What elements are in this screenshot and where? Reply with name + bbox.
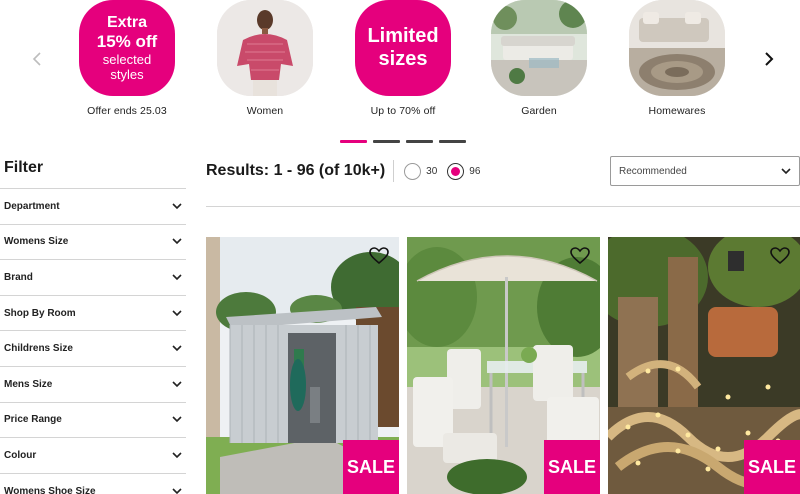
- sort-value: Recommended: [619, 165, 687, 177]
- results-bar: Results: 1 - 96 (of 10k+) 30 96: [206, 156, 480, 186]
- carousel-prev-button[interactable]: [26, 48, 48, 70]
- facet-label: Womens Size: [4, 236, 69, 248]
- promo-line: selected: [102, 52, 152, 67]
- sale-badge: SALE: [544, 440, 600, 494]
- filter-title: Filter: [4, 159, 44, 176]
- facet-label: Shop By Room: [4, 307, 76, 319]
- product-card-patio-set[interactable]: SALE: [407, 237, 600, 494]
- promo-line: Limited: [367, 25, 439, 47]
- chevron-down-icon: [172, 238, 182, 245]
- facet-mens-size[interactable]: Mens Size: [0, 365, 186, 402]
- carousel-next-button[interactable]: [758, 48, 780, 70]
- chevron-down-icon: [172, 381, 182, 387]
- carousel-tile-homewares[interactable]: Homewares: [622, 0, 732, 117]
- carousel-dot[interactable]: [406, 140, 433, 143]
- promo-line: 15% off: [96, 32, 158, 51]
- per-page-option-30[interactable]: 30: [404, 162, 438, 180]
- homewares-image: [629, 0, 725, 96]
- carousel-dot[interactable]: [439, 140, 466, 143]
- facet-brand[interactable]: Brand: [0, 259, 186, 295]
- category-carousel: Extra 15% off selected styles Offer ends…: [0, 0, 800, 150]
- facet-womens-shoe-size[interactable]: Womens Shoe Size: [0, 472, 186, 494]
- promo-badge: Extra 15% off selected styles: [79, 0, 175, 96]
- wishlist-heart-icon[interactable]: [570, 247, 590, 265]
- chevron-down-icon: [172, 310, 182, 316]
- tile-caption: Women: [246, 105, 284, 117]
- carousel-dot[interactable]: [373, 140, 400, 143]
- sale-badge: SALE: [343, 440, 399, 494]
- promo-line: styles: [110, 67, 144, 82]
- tile-caption: Up to 70% off: [370, 105, 436, 117]
- per-page-option-96[interactable]: 96: [447, 162, 481, 180]
- garden-image: [491, 0, 587, 96]
- facet-childrens-size[interactable]: Childrens Size: [0, 330, 186, 366]
- promo-line: sizes: [378, 48, 428, 70]
- facet-label: Brand: [4, 271, 33, 283]
- facet-department[interactable]: Department: [0, 188, 186, 224]
- tile-caption: Offer ends 25.03: [87, 105, 167, 117]
- chevron-down-icon: [172, 345, 182, 352]
- chevron-right-icon: [765, 52, 774, 66]
- tile-caption: Homewares: [648, 105, 706, 117]
- facet-label: Womens Shoe Size: [4, 485, 96, 494]
- chevron-down-icon: [172, 274, 182, 281]
- product-card-rope-lights[interactable]: SALE: [608, 237, 800, 494]
- sort-dropdown[interactable]: Recommended: [610, 156, 800, 186]
- carousel-tile-women[interactable]: Women: [210, 0, 320, 117]
- sale-badge: SALE: [744, 440, 800, 494]
- facet-price-range[interactable]: Price Range: [0, 401, 186, 438]
- chevron-down-icon: [172, 416, 182, 423]
- facet-shop-by-room[interactable]: Shop By Room: [0, 294, 186, 331]
- carousel-pagination: [340, 140, 466, 143]
- chevron-down-icon: [172, 487, 182, 494]
- tile-caption: Garden: [521, 105, 557, 117]
- facet-label: Price Range: [4, 414, 62, 426]
- facet-label: Department: [4, 200, 60, 212]
- facet-label: Mens Size: [4, 378, 53, 390]
- promo-line: Extra: [106, 14, 148, 31]
- chevron-left-icon: [32, 52, 41, 66]
- radio-button[interactable]: [404, 162, 422, 180]
- facet-label: Childrens Size: [4, 343, 73, 355]
- product-card-shed[interactable]: SALE: [206, 237, 399, 494]
- results-count: Results: 1 - 96 (of 10k+): [206, 160, 395, 182]
- chevron-down-icon: [781, 167, 791, 174]
- wishlist-heart-icon[interactable]: [369, 247, 389, 265]
- women-image: [217, 0, 313, 96]
- filter-sidebar: Filter Department Womens Size Brand Shop By…: [0, 150, 186, 494]
- carousel-tile-extra-offer[interactable]: Extra 15% off selected styles Offer ends…: [72, 0, 182, 117]
- carousel-tile-garden[interactable]: Garden: [484, 0, 594, 117]
- radio-label: 96: [469, 165, 481, 177]
- wishlist-heart-icon[interactable]: [770, 247, 790, 265]
- divider: [206, 206, 800, 207]
- carousel-tile-limited-sizes[interactable]: Limited sizes Up to 70% off: [348, 0, 458, 117]
- chevron-down-icon: [172, 452, 182, 459]
- promo-badge: Limited sizes: [355, 0, 451, 96]
- chevron-down-icon: [172, 203, 182, 209]
- facet-label: Colour: [4, 449, 37, 461]
- radio-label: 30: [426, 165, 438, 177]
- facet-colour[interactable]: Colour: [0, 437, 186, 473]
- radio-button[interactable]: [447, 162, 465, 180]
- facet-womens-size[interactable]: Womens Size: [0, 223, 186, 260]
- carousel-dot[interactable]: [340, 140, 367, 143]
